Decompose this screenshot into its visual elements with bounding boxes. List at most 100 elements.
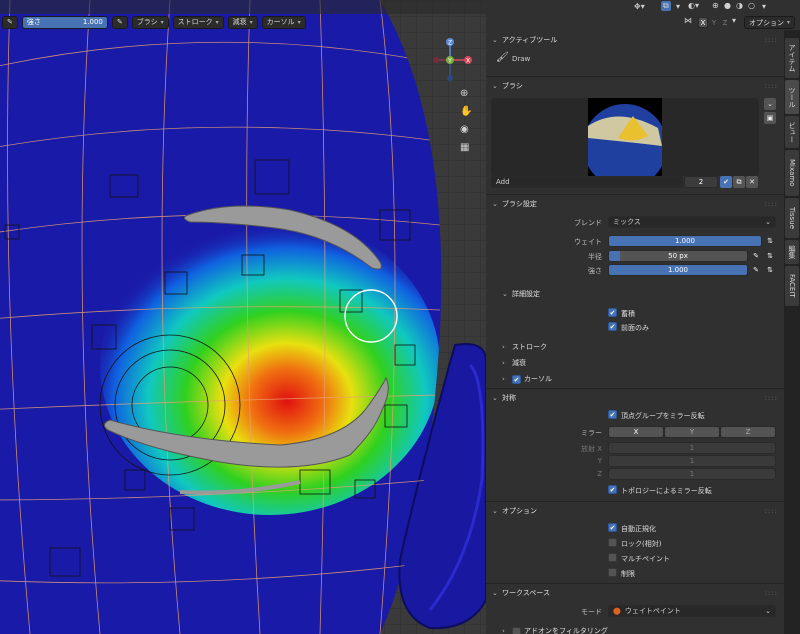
- filter-addons-checkbox[interactable]: ✔: [512, 626, 521, 634]
- section-brush-settings[interactable]: ⌄ ブラシ設定::::: [486, 196, 784, 212]
- accumulate-checkbox[interactable]: ✔: [608, 308, 617, 317]
- restrict-checkbox[interactable]: ✔: [608, 568, 617, 577]
- axis-z-toggle[interactable]: Z: [720, 17, 730, 28]
- brush-name-field[interactable]: Add: [491, 176, 683, 188]
- header-strength-field[interactable]: 強さ 1.000: [21, 15, 108, 29]
- camera-icon[interactable]: ◉: [460, 124, 469, 135]
- ortho-grid-icon[interactable]: ▦: [460, 142, 469, 153]
- gizmo-toggle-icon[interactable]: ✥▾: [634, 2, 645, 11]
- overlay-dropdown-icon[interactable]: ▾: [676, 2, 680, 11]
- draw-brush-icon: 🖌: [496, 52, 509, 63]
- radius-pressure-pen-icon[interactable]: ✎: [750, 250, 762, 262]
- shading-dropdown-icon[interactable]: ▾: [762, 2, 766, 11]
- brush-icon-button[interactable]: ✎: [2, 15, 18, 29]
- radial-z-label: Z: [597, 470, 602, 478]
- menu-falloff[interactable]: 減衰 ▾: [227, 15, 258, 29]
- fake-user-shield-icon[interactable]: ✔: [720, 176, 732, 188]
- strength-slider[interactable]: 1.000: [608, 264, 748, 276]
- shading-wire-icon[interactable]: ⊕: [712, 1, 719, 10]
- multi-paint-checkbox[interactable]: ✔: [608, 553, 617, 562]
- tab-item[interactable]: アイテム: [785, 38, 799, 78]
- section-brush[interactable]: ⌄ ブラシ::::: [486, 78, 784, 94]
- front-faces-label: 前面のみ: [621, 324, 649, 332]
- section-options[interactable]: ⌄ オプション::::: [486, 503, 784, 519]
- subsection-stroke[interactable]: › ストローク: [496, 339, 784, 355]
- menu-cursor[interactable]: カーソル ▾: [261, 15, 306, 29]
- shading-rendered-icon[interactable]: ○: [748, 1, 755, 10]
- radius-slider[interactable]: 50 px: [608, 250, 748, 262]
- viewport-header: ✎ 強さ 1.000 ✎ ブラシ ▾ ストローク ▾ 減衰 ▾ カーソル ▾: [0, 14, 486, 30]
- editor-header: ✥▾ ⧉ ▾ ◐▾ ⊕ ● ◑ ○ ▾ ⋈ X Y Z ▾ オプション ▾: [486, 0, 800, 30]
- viewport-canvas[interactable]: [0, 0, 486, 634]
- gizmo-z-label: Z: [448, 40, 452, 47]
- blend-dropdown[interactable]: ミックス ⌄: [608, 216, 776, 228]
- section-symmetry[interactable]: ⌄ 対称::::: [486, 390, 784, 406]
- radius-unit-swap-icon[interactable]: ⇅: [764, 250, 776, 262]
- pressure-pen-icon[interactable]: ✎: [111, 15, 128, 29]
- 3d-viewport[interactable]: ✎ 強さ 1.000 ✎ ブラシ ▾ ストローク ▾ 減衰 ▾ カーソル ▾ Z X Y…: [0, 0, 486, 634]
- tab-faceit[interactable]: FACEIT: [785, 266, 799, 306]
- topology-mirror-checkbox[interactable]: ✔: [608, 485, 617, 494]
- axis-dropdown-icon[interactable]: ▾: [732, 16, 736, 25]
- brush-preview-dropdown-icon[interactable]: ⌄: [764, 98, 776, 110]
- mirror-icon: ⋈: [684, 16, 692, 25]
- tab-edit[interactable]: 編集: [785, 240, 799, 264]
- active-tool-name: Draw: [512, 55, 531, 63]
- strength-pressure-pen-icon[interactable]: ✎: [750, 264, 762, 276]
- overlay-icon[interactable]: ⧉: [661, 1, 671, 11]
- auto-normalize-checkbox[interactable]: ✔: [608, 523, 617, 532]
- cursor-checkbox[interactable]: ✔: [512, 374, 521, 384]
- section-workspace[interactable]: ⌄ ワークスペース::::: [486, 585, 784, 601]
- brush-thumbnail[interactable]: [588, 98, 662, 176]
- tab-mixamo[interactable]: Mixamo: [785, 150, 799, 196]
- brush-image-icon[interactable]: ▣: [764, 112, 776, 124]
- weight-swap-icon[interactable]: ⇅: [764, 235, 776, 247]
- front-faces-checkbox[interactable]: ✔: [608, 322, 617, 331]
- duplicate-brush-icon[interactable]: ⧉: [733, 176, 745, 188]
- accumulate-label: 蓄積: [621, 310, 635, 318]
- strength-swap-icon[interactable]: ⇅: [764, 264, 776, 276]
- lock-relative-label: ロック(相対): [621, 540, 662, 548]
- strength-label: 強さ: [588, 267, 602, 275]
- shading-material-icon[interactable]: ◑: [736, 1, 743, 10]
- subsection-filter-addons[interactable]: ›✔アドオンをフィルタリング: [496, 623, 784, 634]
- gizmo-y-label: Y: [447, 58, 452, 65]
- radial-y-label: Y: [597, 457, 602, 465]
- mode-dropdown[interactable]: ⬤ ウェイトペイント ⌄: [608, 605, 776, 617]
- radial-y-field[interactable]: 1: [608, 455, 776, 467]
- unlink-brush-icon[interactable]: ✕: [746, 176, 758, 188]
- shading-solid-icon[interactable]: ●: [724, 1, 731, 10]
- lock-relative-checkbox[interactable]: ✔: [608, 538, 617, 547]
- subsection-falloff[interactable]: › 減衰: [496, 355, 784, 371]
- mirror-label: ミラー: [581, 429, 602, 437]
- navigation-gizmo[interactable]: Z X Y: [430, 36, 474, 94]
- xray-icon[interactable]: ◐▾: [688, 1, 699, 10]
- axis-x-toggle[interactable]: X: [698, 17, 708, 28]
- section-active-tool[interactable]: ⌄ アクティブツール::::: [486, 32, 784, 48]
- tab-tissue[interactable]: Tissue: [785, 198, 799, 238]
- zoom-icon[interactable]: ⊕: [460, 88, 468, 99]
- mirror-y-toggle[interactable]: Y: [664, 426, 720, 438]
- tab-view[interactable]: ビュー: [785, 116, 799, 148]
- restrict-label: 制限: [621, 570, 635, 578]
- auto-normalize-label: 自動正規化: [621, 525, 656, 533]
- subsection-advanced[interactable]: ⌄ 詳細設定: [496, 286, 784, 302]
- brush-users-count[interactable]: 2: [684, 176, 718, 188]
- mirror-z-toggle[interactable]: Z: [720, 426, 776, 438]
- tab-tool[interactable]: ツール: [785, 80, 799, 114]
- menu-brush[interactable]: ブラシ ▾: [131, 15, 169, 29]
- options-menu[interactable]: オプション ▾: [744, 16, 796, 29]
- weight-paint-icon: ⬤: [613, 607, 621, 615]
- subsection-cursor[interactable]: › ✔ カーソル: [496, 371, 784, 387]
- vgroup-mirror-checkbox[interactable]: ✔: [608, 410, 617, 419]
- pan-hand-icon[interactable]: ✋: [460, 106, 472, 117]
- header-strength-label: 強さ: [26, 18, 41, 26]
- radius-label: 半径: [588, 253, 602, 261]
- weight-slider[interactable]: 1.000: [608, 235, 762, 247]
- radial-z-field[interactable]: 1: [608, 468, 776, 480]
- axis-y-toggle[interactable]: Y: [709, 17, 719, 28]
- menu-stroke[interactable]: ストローク ▾: [172, 15, 224, 29]
- radial-x-field[interactable]: 1: [608, 442, 776, 454]
- mirror-x-toggle[interactable]: X: [608, 426, 664, 438]
- mode-label: モード: [581, 608, 602, 616]
